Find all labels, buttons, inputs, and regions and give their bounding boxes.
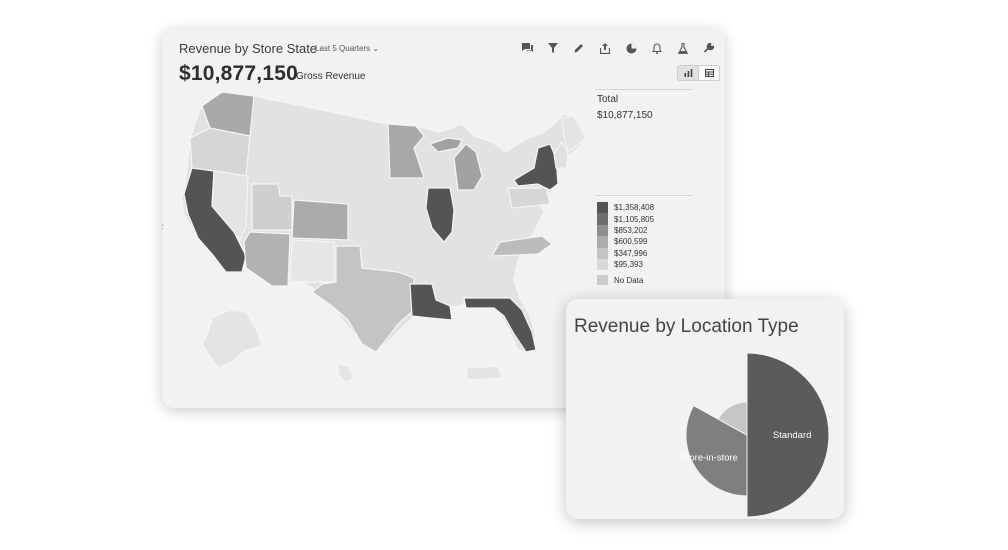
legend-label: $1,105,805 bbox=[614, 214, 655, 224]
total-label: Total bbox=[597, 94, 619, 105]
side-divider-top bbox=[596, 89, 692, 90]
legend-item: $853,202 bbox=[597, 224, 654, 237]
legend-swatch bbox=[597, 275, 608, 285]
pie-chart: Standard Store-in-store bbox=[680, 352, 830, 518]
collapse-chevron-icon[interactable]: ‹ bbox=[162, 221, 164, 233]
pie-slice-label: Standard bbox=[773, 430, 812, 441]
legend-label: $1,358,408 bbox=[614, 203, 655, 213]
legend-swatch bbox=[597, 258, 608, 271]
state-pennsylvania[interactable] bbox=[507, 187, 551, 209]
legend-label: $853,202 bbox=[614, 225, 648, 235]
legend-label: $600,599 bbox=[614, 237, 648, 247]
revenue-by-location-card: Revenue by Location Type Standard Store-i… bbox=[566, 299, 844, 519]
state-new-mexico[interactable] bbox=[289, 239, 335, 283]
state-arizona[interactable] bbox=[243, 231, 291, 287]
legend-swatch bbox=[597, 224, 608, 237]
legend-no-data: No Data bbox=[597, 275, 643, 285]
legend-label: $347,996 bbox=[614, 248, 648, 258]
legend-item: $95,393 bbox=[597, 258, 654, 271]
legend-label: No Data bbox=[614, 275, 644, 285]
territory-puerto-rico[interactable] bbox=[465, 365, 503, 381]
map-legend: $1,358,408 $1,105,805 $853,202 $600,599 $347… bbox=[597, 202, 655, 271]
state-florida[interactable] bbox=[463, 297, 537, 353]
legend-item: $600,599 bbox=[597, 236, 654, 248]
legend-swatch bbox=[597, 236, 608, 248]
legend-item: $347,996 bbox=[597, 247, 654, 259]
state-alaska[interactable] bbox=[201, 309, 263, 369]
state-hawaii[interactable] bbox=[337, 363, 355, 383]
legend-swatch bbox=[597, 213, 608, 225]
state-colorado[interactable] bbox=[291, 199, 349, 241]
legend-swatch bbox=[597, 247, 608, 259]
side-divider-bottom bbox=[596, 195, 692, 196]
legend-item: $1,105,805 bbox=[597, 213, 655, 225]
legend-label: $95,393 bbox=[614, 260, 643, 270]
total-value: $10,877,150 bbox=[597, 110, 653, 121]
legend-swatch bbox=[597, 202, 608, 214]
pie-slice-label: Store-in-store bbox=[680, 452, 738, 463]
legend-item: $1,358,408 bbox=[597, 202, 655, 214]
